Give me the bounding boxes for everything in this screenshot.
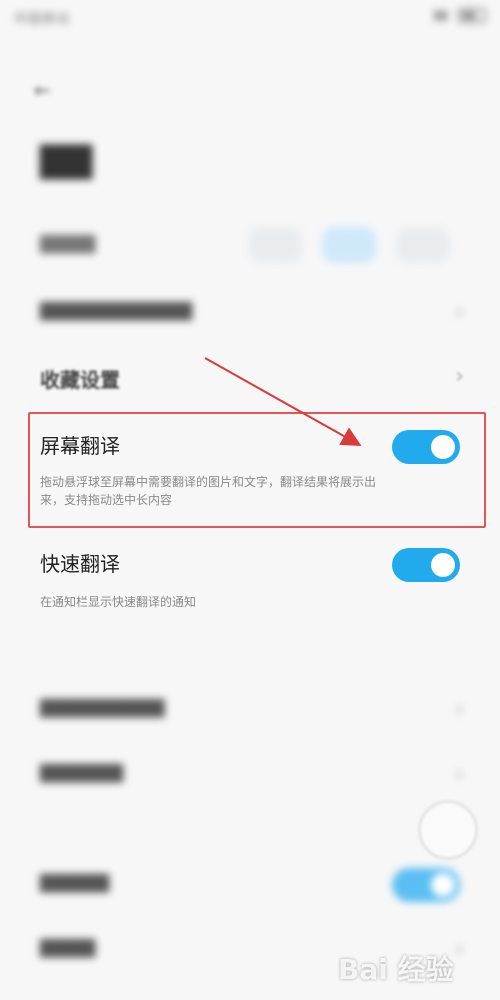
status-icons: ▮▮ bbox=[434, 8, 486, 23]
favorite-settings-row[interactable]: 收藏设置 › bbox=[40, 364, 470, 393]
blurred-nav-row-1[interactable]: ▇▇▇▇▇▇▇▇▇▇▇ › bbox=[40, 300, 470, 325]
blurred-toggle-row: ▇▇▇▇▇ bbox=[40, 868, 470, 902]
status-bar: 中国移动 ▮▮ bbox=[0, 0, 500, 34]
highlight-frame bbox=[28, 412, 486, 528]
chevron-right-icon: › bbox=[455, 300, 464, 325]
blurred-nav-row-2[interactable]: ▇▇▇▇▇▇▇▇▇ › bbox=[40, 697, 470, 722]
option-pill-3[interactable] bbox=[396, 227, 450, 263]
signal-icon: ▮▮ bbox=[433, 8, 448, 23]
toggle-knob bbox=[431, 553, 455, 577]
blurred-toggle[interactable] bbox=[392, 868, 460, 902]
chevron-right-icon: › bbox=[455, 937, 464, 962]
watermark: Bai 经验 bbox=[338, 948, 454, 988]
chevron-right-icon: › bbox=[455, 364, 464, 389]
blurred-nav-row-3[interactable]: ▇▇▇▇▇▇ › bbox=[40, 762, 470, 787]
toggle-knob bbox=[431, 873, 455, 897]
blurred-nav-label: ▇▇▇▇▇▇▇▇▇▇▇ bbox=[40, 300, 193, 321]
favorite-settings-label: 收藏设置 bbox=[40, 368, 120, 392]
pill-setting-label: ▇▇▇▇ bbox=[40, 233, 96, 254]
pill-setting-row: ▇▇▇▇ bbox=[40, 225, 470, 265]
chevron-right-icon: › bbox=[455, 697, 464, 722]
blurred-nav-label: ▇▇▇▇▇▇ bbox=[40, 762, 124, 783]
page-title: ▇▇ bbox=[40, 140, 93, 180]
quick-translate-setting: 快速翻译 在通知栏显示快速翻译的通知 bbox=[40, 548, 470, 611]
floating-ball[interactable] bbox=[418, 800, 478, 860]
blurred-nav-label: ▇▇▇▇▇▇▇▇▇ bbox=[40, 697, 165, 718]
watermark-text: Bai 经验 bbox=[338, 953, 454, 986]
option-pill-2[interactable] bbox=[322, 227, 376, 263]
option-pill-1[interactable] bbox=[248, 227, 302, 263]
battery-icon bbox=[458, 8, 486, 23]
quick-translate-description: 在通知栏显示快速翻译的通知 bbox=[40, 595, 197, 609]
chevron-right-icon: › bbox=[455, 762, 464, 787]
carrier-text: 中国移动 bbox=[14, 12, 71, 27]
back-icon[interactable]: ← bbox=[34, 78, 51, 102]
quick-translate-toggle[interactable] bbox=[392, 548, 460, 582]
